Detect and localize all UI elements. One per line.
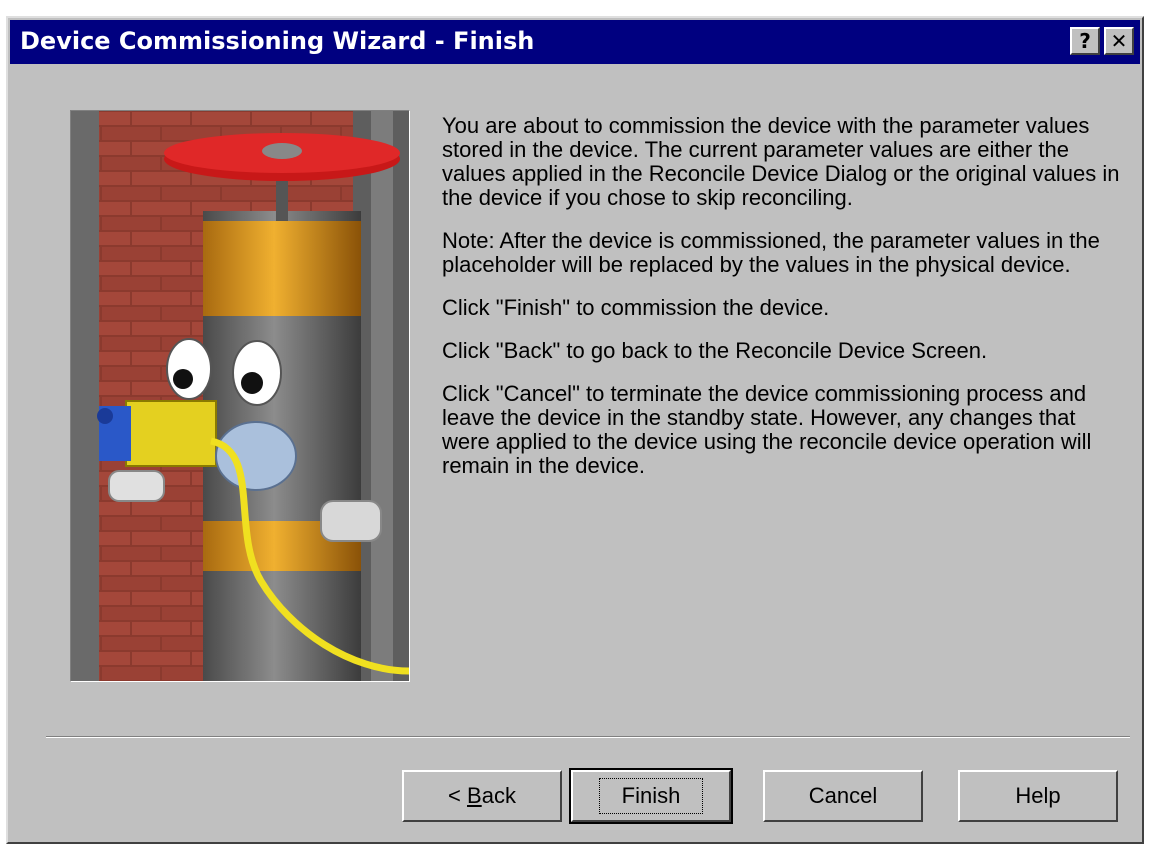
note-paragraph: Note: After the device is commissioned, …	[442, 228, 1100, 277]
back-button-label: < Back	[448, 783, 516, 808]
finish-button[interactable]: Finish	[569, 768, 733, 824]
cancel-button[interactable]: Cancel	[763, 770, 923, 822]
valve-mascot-image	[71, 111, 409, 681]
help-question-icon[interactable]: ?	[1070, 27, 1100, 55]
finish-instruction: Click "Finish" to commission the device.	[442, 295, 830, 320]
finish-button-label: Finish	[598, 778, 704, 814]
back-instruction: Click "Back" to go back to the Reconcile…	[442, 338, 988, 363]
button-separator	[46, 736, 1130, 738]
window-title: Device Commissioning Wizard - Finish	[20, 27, 535, 55]
wizard-dialog: Device Commissioning Wizard - Finish ? ✕	[6, 16, 1144, 844]
instruction-text: You are about to commission the device w…	[442, 114, 1122, 497]
back-button[interactable]: < Back	[402, 770, 562, 822]
title-bar[interactable]: Device Commissioning Wizard - Finish ? ✕	[10, 20, 1140, 64]
help-button[interactable]: Help	[958, 770, 1118, 822]
cancel-instruction: Click "Cancel" to terminate the device c…	[442, 381, 1092, 478]
wizard-illustration	[70, 110, 410, 682]
intro-paragraph: You are about to commission the device w…	[442, 113, 1120, 210]
close-icon[interactable]: ✕	[1104, 27, 1134, 55]
